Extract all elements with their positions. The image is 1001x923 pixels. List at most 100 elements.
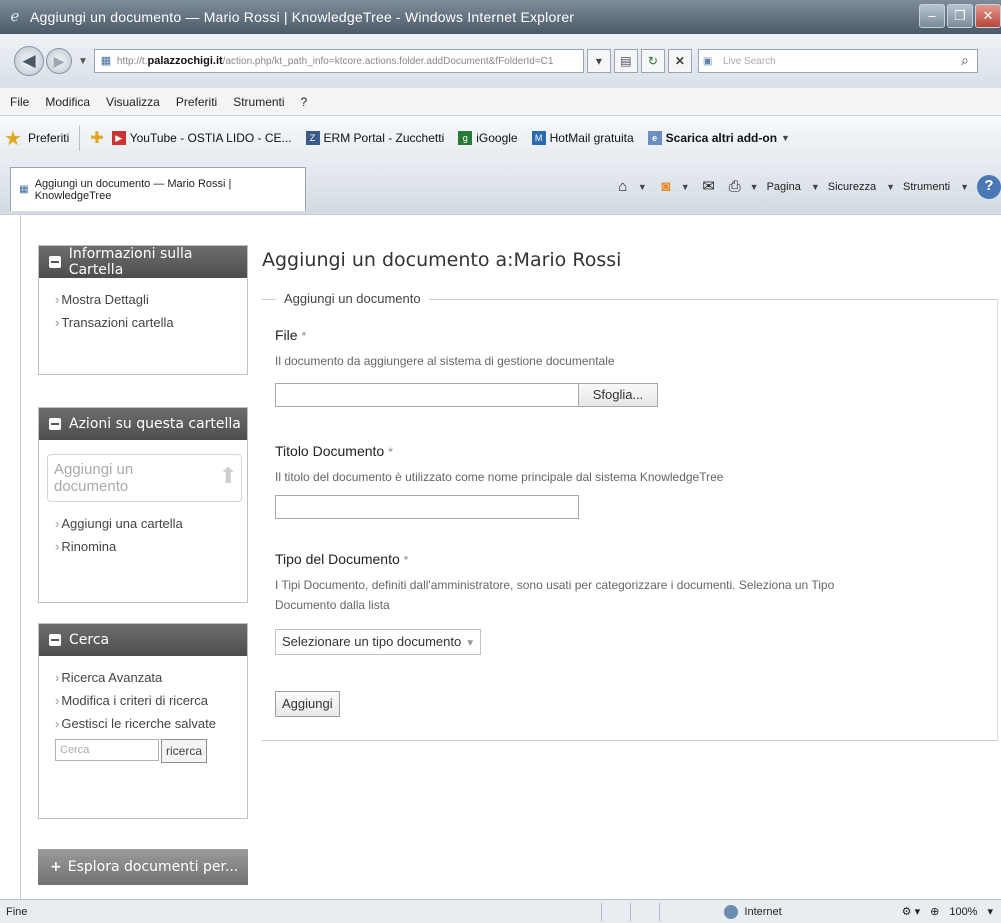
quick-search-button[interactable]: ricerca (161, 739, 208, 763)
required-mark: * (301, 329, 307, 343)
pagina-menu[interactable]: Pagina (767, 181, 801, 193)
history-dropdown-icon[interactable]: ▼ (78, 56, 88, 67)
chevron-down-icon: ▼ (781, 133, 790, 143)
favorite-erm-portal[interactable]: Z ERM Portal - Zucchetti (305, 131, 444, 145)
address-dropdown-button[interactable]: ▾ (586, 49, 611, 73)
portlet-search: Cerca Ricerca Avanzata Modifica i criter… (38, 623, 248, 819)
refresh-button[interactable]: ↻ (640, 49, 665, 73)
menu-strumenti[interactable]: Strumenti (233, 95, 284, 109)
page-favicon-icon: ▦ (100, 55, 112, 67)
favorite-addons[interactable]: e Scarica altri add-on ▼ (647, 131, 794, 145)
maximize-button[interactable]: ❐ (947, 4, 973, 28)
security-zone[interactable]: Internet (724, 904, 782, 919)
zoom-icon: ⊕ (930, 906, 940, 918)
expand-icon: + (50, 859, 62, 875)
quick-search: Cerca ricerca (55, 739, 247, 763)
page-favicon-icon: ▦ (19, 183, 29, 195)
status-bar: Fine Internet ⚙ ▾ ⊕ 100% ▾ (0, 899, 1001, 923)
collapse-icon[interactable] (49, 634, 61, 646)
address-input[interactable]: ▦ http://t. palazzochigi.it/action.php/kt… (93, 49, 584, 73)
print-icon[interactable]: ⎙ (724, 176, 746, 198)
rss-feed-icon[interactable]: ◙ (655, 176, 677, 198)
menu-preferiti[interactable]: Preferiti (176, 95, 217, 109)
collapse-icon[interactable] (49, 256, 61, 268)
portlet-header: Informazioni sulla Cartella (39, 246, 247, 278)
home-icon[interactable]: ⌂ (612, 176, 634, 198)
browse-button[interactable]: Sfoglia... (578, 383, 658, 407)
add-favorite-icon[interactable]: ✚ (90, 128, 103, 148)
favorites-star-icon[interactable]: ★ (4, 126, 22, 151)
chevron-down-icon[interactable]: ▼ (681, 182, 690, 192)
search-go-icon[interactable]: ⌕ (953, 49, 977, 73)
link-ricerca-avanzata[interactable]: Ricerca Avanzata (55, 670, 247, 685)
menu-file[interactable]: File (10, 95, 29, 109)
file-path-field[interactable] (275, 383, 579, 407)
divider (659, 902, 661, 921)
help-icon[interactable]: ? (977, 175, 1001, 199)
document-type-select[interactable]: Selezionare un tipo documento ▼ (275, 629, 481, 655)
link-modifica-criteri[interactable]: Modifica i criteri di ricerca (55, 693, 247, 708)
link-rinomina[interactable]: Rinomina (55, 539, 247, 554)
mail-icon[interactable]: ✉ (698, 176, 720, 198)
compatibility-view-icon[interactable]: ▤ (613, 49, 638, 73)
stop-button[interactable]: ✕ (667, 49, 692, 73)
favorites-bar: ★ Preferiti ✚ ▶ YouTube - OSTIA LIDO - C… (0, 116, 1001, 160)
command-bar: ⌂ ▼ ◙ ▼ ✉ ⎙ ▼ Pagina ▼ Sicurezza ▼ Strum… (608, 175, 1001, 199)
link-transazioni-cartella[interactable]: Transazioni cartella (55, 315, 247, 330)
chevron-down-icon[interactable]: ▼ (886, 182, 895, 192)
arrow-up-icon: ⬆ (218, 463, 238, 488)
favorites-button[interactable]: Preferiti (28, 131, 69, 145)
menu-visualizza[interactable]: Visualizza (106, 95, 160, 109)
type-description-line1: I Tipi Documento, definiti dall'amminist… (275, 578, 835, 592)
portlet-header[interactable]: + Esplora documenti per... (38, 849, 248, 885)
favorite-hotmail[interactable]: M HotMail gratuita (531, 131, 634, 145)
protected-mode-icon[interactable]: ⚙ ▾ (902, 905, 920, 918)
address-toolbar: ◀ ▶ ▼ ▦ http://t. palazzochigi.it/action.… (0, 34, 1001, 88)
portlet-explore[interactable]: + Esplora documenti per... (38, 849, 248, 885)
portlet-folder-info: Informazioni sulla Cartella Mostra Detta… (38, 245, 248, 375)
portlet-header: Azioni su questa cartella (39, 408, 247, 440)
menu-help[interactable]: ? (301, 95, 308, 109)
chevron-down-icon: ▼ (465, 638, 476, 649)
chevron-down-icon[interactable]: ▾ (987, 905, 993, 918)
ie-page-icon: e (647, 131, 662, 145)
required-mark: * (403, 553, 409, 567)
chevron-down-icon[interactable]: ▼ (960, 182, 969, 192)
menu-modifica[interactable]: Modifica (45, 95, 90, 109)
favorite-youtube[interactable]: ▶ YouTube - OSTIA LIDO - CE... (111, 131, 292, 145)
sicurezza-menu[interactable]: Sicurezza (828, 181, 876, 193)
collapse-icon[interactable] (49, 418, 61, 430)
chevron-down-icon[interactable]: ▼ (811, 182, 820, 192)
menu-bar: File Modifica Visualizza Preferiti Strum… (0, 88, 1001, 116)
page-viewport: Informazioni sulla Cartella Mostra Detta… (0, 214, 1001, 900)
back-button[interactable]: ◀ (14, 46, 44, 76)
strumenti-menu[interactable]: Strumenti (903, 181, 950, 193)
chevron-down-icon[interactable]: ▼ (750, 182, 759, 192)
favorite-igoogle[interactable]: g iGoogle (458, 131, 518, 145)
add-button[interactable]: Aggiungi (275, 691, 340, 717)
minimize-button[interactable]: – (919, 4, 945, 28)
search-input[interactable]: ▣ Live Search ⌕ (697, 49, 978, 73)
forward-button[interactable]: ▶ (46, 48, 72, 74)
divider (630, 902, 632, 921)
divider (20, 215, 21, 900)
add-document-action-button[interactable]: Aggiungi un documento ⬆ (47, 454, 242, 502)
link-mostra-dettagli[interactable]: Mostra Dettagli (55, 292, 247, 307)
quick-search-input[interactable]: Cerca (55, 739, 159, 761)
hotmail-icon: M (531, 131, 546, 145)
link-aggiungi-cartella[interactable]: Aggiungi una cartella (55, 516, 247, 531)
link-ricerche-salvate[interactable]: Gestisci le ricerche salvate (55, 716, 247, 731)
title-label: Titolo Documento * (275, 443, 393, 459)
divider (79, 125, 81, 151)
close-button[interactable]: ✕ (975, 4, 1001, 28)
zoom-level[interactable]: 100% (949, 906, 977, 918)
portlet-header: Cerca (39, 624, 247, 656)
youtube-icon: ▶ (111, 131, 126, 145)
page-title: Aggiungi un documento a:Mario Rossi (262, 249, 622, 271)
chevron-down-icon[interactable]: ▼ (638, 182, 647, 192)
tab-current[interactable]: ▦ Aggiungi un documento — Mario Rossi | … (10, 167, 306, 211)
fieldset-legend: Aggiungi un documento (276, 291, 429, 306)
globe-icon (724, 904, 739, 919)
file-label: File * (275, 327, 307, 343)
document-title-field[interactable] (275, 495, 579, 519)
